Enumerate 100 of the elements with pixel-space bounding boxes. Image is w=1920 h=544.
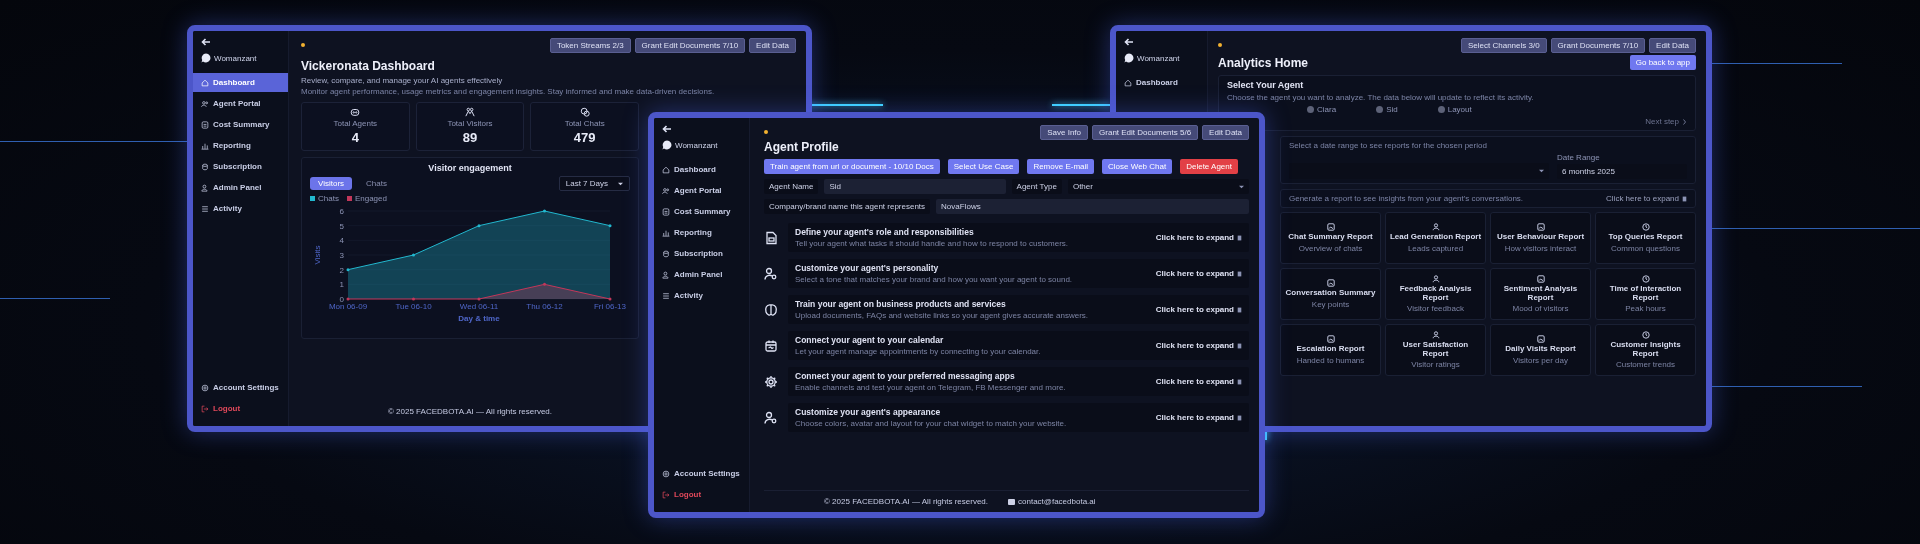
header-button[interactable]: Edit Data (1649, 37, 1696, 53)
intro-text: Monitor agent performance, usage metrics and engagement insights. Stay informed and make data-driven decisions. (301, 87, 716, 96)
input-field[interactable]: Sid (824, 179, 1006, 194)
radio-option[interactable]: Layout (1437, 105, 1472, 114)
logout-item[interactable]: Logout (654, 485, 749, 504)
chart-tab[interactable]: Chats (358, 177, 395, 190)
back-arrow-icon[interactable] (201, 37, 211, 47)
report-card[interactable]: Top Queries Report Common questions (1595, 212, 1696, 264)
header-button[interactable]: Grant Edit Documents 5/6 (1092, 124, 1199, 140)
radio-option[interactable]: Ciara (1307, 105, 1337, 114)
sidebar-item[interactable]: Dashboard (193, 73, 288, 92)
sidebar-item[interactable]: Subscription (654, 244, 749, 263)
back-to-app-button[interactable]: Go back to app (1629, 55, 1696, 70)
expand-link[interactable]: Click here to expand (1155, 377, 1242, 386)
header-button[interactable]: Edit Data (749, 37, 796, 53)
header-button[interactable]: Select Channels 3/0 (1461, 37, 1547, 53)
task-title: Define your agent's role and responsibilities (795, 227, 975, 237)
report-card[interactable]: Customer Insights Report Customer trends (1595, 324, 1696, 376)
sidebar-item[interactable]: Cost Summary (654, 202, 749, 221)
stat-value: 4 (351, 130, 359, 145)
page-title: Agent Profile (764, 140, 840, 154)
report-card[interactable]: Lead Generation Report Leads captured (1385, 212, 1486, 264)
expand-link[interactable]: Click here to expand (1155, 269, 1242, 278)
chart-tab[interactable]: Visitors (310, 177, 353, 190)
report-description: How visitors interact (1504, 243, 1577, 253)
sidebar-item[interactable]: Reporting (193, 136, 288, 155)
sidebar-item[interactable]: Dashboard (1116, 73, 1207, 92)
action-button[interactable]: Select Use Case (947, 159, 1020, 174)
back-arrow-icon[interactable] (1124, 37, 1134, 47)
logout-item[interactable]: Logout (193, 399, 288, 418)
data-point (346, 268, 350, 272)
sidebar-item[interactable]: Admin Panel (654, 265, 749, 284)
report-card[interactable]: Escalation Report Handed to humans (1280, 324, 1381, 376)
expand-link[interactable]: Click here to expand (1155, 305, 1242, 314)
sidebar-item[interactable]: Account Settings (193, 378, 288, 397)
action-button[interactable]: Close Web Chat (1102, 159, 1173, 174)
sidebar-item[interactable]: Cost Summary (193, 115, 288, 134)
user-gear-icon (764, 266, 778, 281)
page-title: Vickeronata Dashboard (301, 59, 436, 73)
brain-icon (764, 302, 778, 317)
expand-link[interactable]: Click here to expand (1155, 233, 1242, 242)
sidebar-item[interactable]: Reporting (654, 223, 749, 242)
expand-link[interactable]: Click here to expand (1155, 413, 1242, 422)
back-arrow-icon[interactable] (662, 124, 672, 134)
sidebar-item[interactable]: Account Settings (654, 464, 749, 483)
expand-link[interactable]: Click here to expand (1155, 341, 1242, 350)
data-point (608, 224, 612, 228)
header-button[interactable]: Save Info (1040, 124, 1089, 140)
action-button[interactable]: Train agent from url or document - 10/10 Docs (764, 159, 940, 174)
header-button[interactable]: Token Streams 2/3 (549, 37, 631, 53)
coin-icon (201, 162, 209, 171)
report-title: Time of Interaction Report (1608, 284, 1683, 303)
input-field[interactable]: NovaFlows (936, 199, 1249, 214)
action-button[interactable]: Delete Agent (1180, 159, 1238, 174)
image-icon (1326, 223, 1335, 232)
axis-tick-label: 1 (339, 280, 344, 290)
report-card[interactable]: Daily Visits Report Visitors per day (1490, 324, 1591, 376)
action-button[interactable]: Remove E-mail (1027, 159, 1095, 174)
axis-title: Day & time (458, 314, 500, 323)
sidebar-item[interactable]: Agent Portal (654, 181, 749, 200)
sidebar-item[interactable]: Agent Portal (193, 94, 288, 113)
select-field[interactable] (1289, 163, 1549, 179)
coin-icon (662, 249, 670, 258)
data-point (543, 209, 546, 213)
report-card[interactable]: User Satisfaction Report Visitor ratings (1385, 324, 1486, 376)
header-button[interactable]: Grant Documents 7/10 (1550, 37, 1646, 53)
field-label: Agent Name (764, 179, 819, 194)
report-title: Conversation Summary (1285, 289, 1376, 298)
filter-text: Select a date range to see reports for the chosen period (1289, 141, 1488, 150)
report-card[interactable]: Feedback Analysis Report Visitor feedback (1385, 268, 1486, 320)
data-point (477, 297, 481, 301)
stat-label: Total Chats (564, 119, 605, 128)
report-card[interactable]: Conversation Summary Key points (1280, 268, 1381, 320)
calendar-icon (764, 338, 778, 353)
sidebar-item[interactable]: Dashboard (654, 160, 749, 179)
image-icon (1536, 223, 1545, 232)
range-dropdown[interactable]: Last 7 Days (558, 176, 630, 191)
report-card[interactable]: Chat Summary Report Overview of chats (1280, 212, 1381, 264)
report-card[interactable]: User Behaviour Report How visitors interact (1490, 212, 1591, 264)
header-button[interactable]: Edit Data (1202, 124, 1249, 140)
type-select[interactable]: Other (1067, 179, 1249, 194)
report-card[interactable]: Sentiment Analysis Report Mood of visitors (1490, 268, 1591, 320)
report-title: Feedback Analysis Report (1398, 284, 1473, 303)
people-icon (201, 99, 209, 108)
report-card[interactable]: Time of Interaction Report Peak hours (1595, 268, 1696, 320)
expand-link[interactable]: Click here to expand (1606, 194, 1687, 203)
date-field[interactable]: 6 months 2025 (1557, 164, 1687, 179)
sidebar-item[interactable]: Subscription (193, 157, 288, 176)
sidebar-item[interactable]: Activity (654, 286, 749, 305)
list-icon (201, 204, 209, 213)
next-step-link[interactable]: Next step (1645, 117, 1687, 126)
sidebar-item[interactable]: Activity (193, 199, 288, 218)
header-button[interactable]: Grant Edit Documents 7/10 (634, 37, 746, 53)
axis-tick-label: Tue 06-10 (395, 302, 432, 311)
sidebar-item[interactable]: Admin Panel (193, 178, 288, 197)
radio-option[interactable]: Sid (1376, 105, 1398, 114)
task-title: Connect your agent to your calendar (795, 335, 945, 345)
report-title: User Behaviour Report (1496, 233, 1585, 242)
card-title: Select Your Agent (1227, 80, 1305, 90)
copyright-text: © 2025 FACEDBOTA.AI — All rights reserved. (387, 407, 553, 416)
